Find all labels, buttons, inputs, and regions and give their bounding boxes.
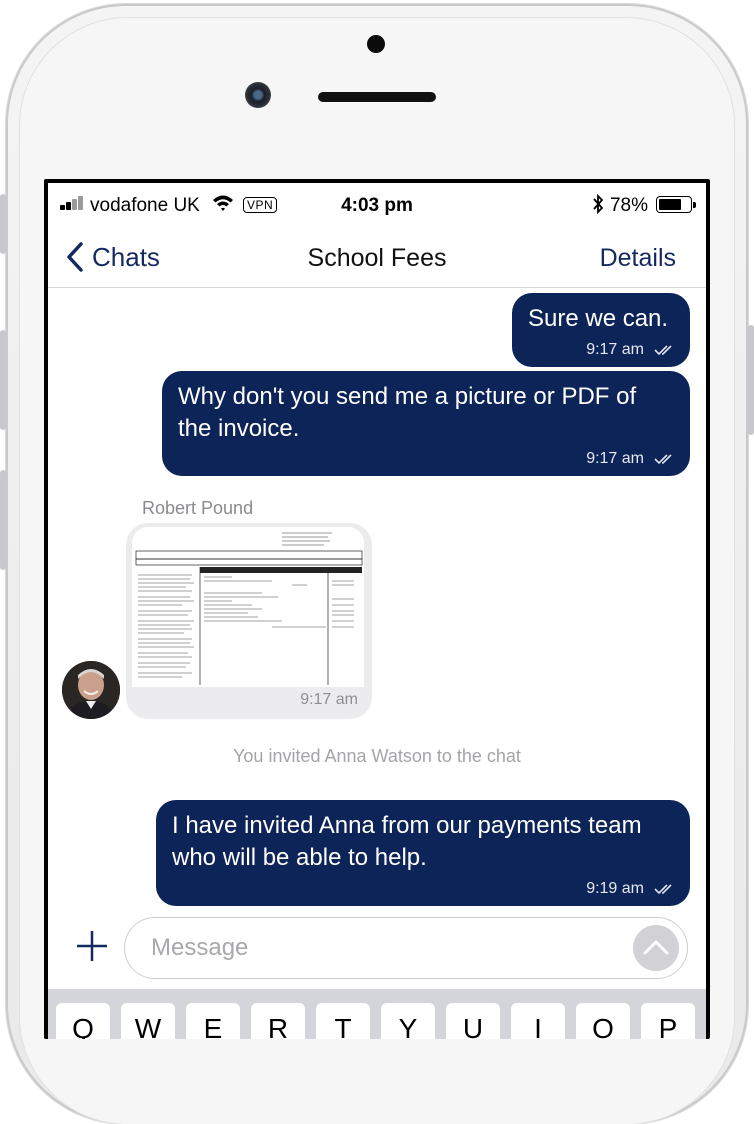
proximity-sensor [367, 35, 385, 53]
message-text: I have invited Anna from our payments te… [172, 812, 642, 871]
composer-bar [48, 911, 706, 987]
battery-fill [659, 199, 681, 210]
side-button [0, 194, 6, 254]
key-r[interactable]: R [251, 1003, 305, 1039]
key-q[interactable]: Q [56, 1003, 110, 1039]
key-i[interactable]: I [511, 1003, 565, 1039]
message-bubble[interactable]: Why don't you send me a picture or PDF o… [162, 371, 690, 476]
key-o[interactable]: O [576, 1003, 630, 1039]
key-y[interactable]: Y [381, 1003, 435, 1039]
message-time: 9:17 am [586, 341, 644, 358]
app-display: vodafone UK VPN 4:03 pm 78% Chats School… [48, 183, 706, 1039]
key-t[interactable]: T [316, 1003, 370, 1039]
key-w[interactable]: W [121, 1003, 175, 1039]
message-meta: 9:17 am [586, 341, 676, 359]
send-arrow-icon [643, 940, 669, 955]
chat-thread: Sure we can. 9:17 am Why don't you send … [48, 288, 706, 908]
key-p[interactable]: P [641, 1003, 695, 1039]
message-meta: 9:19 am [586, 880, 676, 898]
message-meta: 9:17 am [586, 450, 676, 468]
back-chevron-icon [67, 242, 83, 272]
status-time: 4:03 pm [341, 195, 413, 216]
message-field[interactable] [124, 917, 688, 979]
back-label: Chats [92, 241, 160, 272]
navigation-bar: Chats School Fees Details [48, 227, 706, 288]
keyboard: Q W E R T Y U I O P [48, 989, 706, 1039]
details-button[interactable]: Details [600, 244, 676, 273]
image-message[interactable]: 9:17 am [126, 523, 372, 719]
battery-icon [656, 196, 696, 213]
message-input[interactable] [149, 932, 593, 964]
system-message: You invited Anna Watson to the chat [233, 746, 521, 766]
avatar[interactable] [62, 661, 120, 719]
message-bubble[interactable]: Sure we can. 9:17 am [512, 293, 690, 367]
send-button[interactable] [633, 925, 679, 971]
volume-up-button [0, 330, 6, 430]
double-check-icon [654, 345, 672, 356]
avatar-photo [62, 661, 120, 719]
message-time: 9:17 am [586, 450, 644, 467]
bluetooth-icon [593, 194, 604, 214]
invoice-document-icon [132, 527, 364, 687]
message-time: 9:19 am [586, 880, 644, 897]
back-button[interactable]: Chats [66, 237, 160, 277]
invoice-image[interactable] [132, 527, 364, 687]
key-e[interactable]: E [186, 1003, 240, 1039]
phone-screen: vodafone UK VPN 4:03 pm 78% Chats School… [44, 179, 710, 1039]
message-bubble[interactable]: I have invited Anna from our payments te… [156, 800, 690, 906]
sender-name: Robert Pound [142, 498, 254, 518]
earpiece-speaker [318, 92, 436, 102]
plus-icon[interactable] [74, 928, 110, 964]
message-text: Why don't you send me a picture or PDF o… [178, 383, 637, 442]
status-bar: vodafone UK VPN 4:03 pm 78% [48, 183, 706, 227]
power-button [748, 325, 754, 435]
volume-down-button [0, 470, 6, 570]
front-camera [245, 82, 271, 108]
message-text: Sure we can. [528, 305, 669, 332]
double-check-icon [654, 884, 672, 895]
message-time: 9:17 am [300, 691, 358, 708]
battery-percent: 78% [609, 195, 648, 216]
double-check-icon [654, 454, 672, 465]
key-u[interactable]: U [446, 1003, 500, 1039]
